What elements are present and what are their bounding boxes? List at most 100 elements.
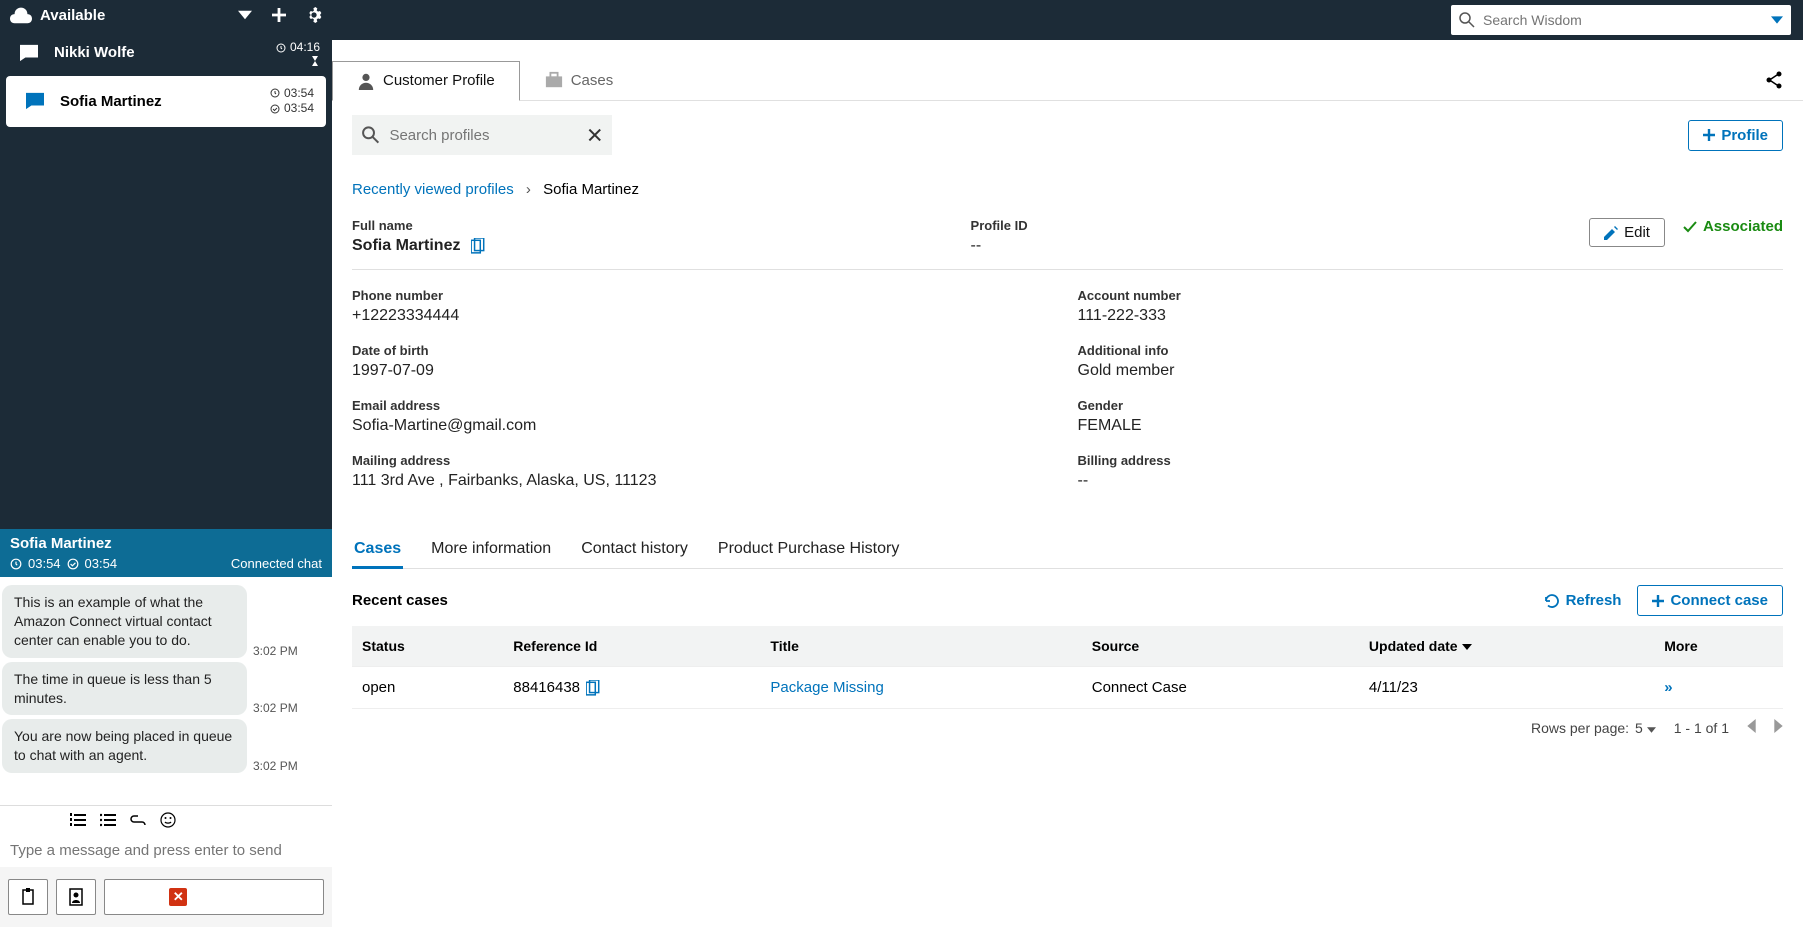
tab-customer-profile[interactable]: Customer Profile xyxy=(332,61,520,101)
content: Profile Recently viewed profiles › Sofia… xyxy=(332,101,1803,736)
email-address: Sofia-Martine@gmail.com xyxy=(352,417,1058,435)
check-icon xyxy=(1683,221,1697,233)
gear-icon[interactable] xyxy=(306,7,322,23)
profile-search[interactable] xyxy=(352,115,612,155)
message-bubble: The time in queue is less than 5 minutes… xyxy=(2,662,247,716)
contact-name: Sofia Martinez xyxy=(60,93,270,110)
associated-badge: Associated xyxy=(1683,218,1783,235)
copy-icon[interactable] xyxy=(586,680,600,696)
contact-list: Nikki Wolfe 04:16 Sofia Martinez 03:54 0… xyxy=(0,30,332,127)
profile-id: -- xyxy=(971,237,1590,255)
quick-responses-button[interactable] xyxy=(8,879,48,915)
page-range: 1 - 1 of 1 xyxy=(1674,720,1729,736)
copy-icon[interactable] xyxy=(471,238,485,254)
briefcase-icon xyxy=(545,71,563,89)
col-more[interactable]: More xyxy=(1654,626,1783,667)
more-icon[interactable]: » xyxy=(1664,679,1672,696)
gender: FEMALE xyxy=(1078,417,1784,435)
chevron-down-icon xyxy=(1647,727,1656,733)
top-bar xyxy=(332,0,1803,40)
col-status[interactable]: Status xyxy=(352,626,503,667)
col-reference[interactable]: Reference Id xyxy=(503,626,760,667)
main-tabs: Customer Profile Cases xyxy=(332,60,1803,101)
message-row: You are now being placed in queue to cha… xyxy=(2,719,326,773)
person-icon xyxy=(357,72,375,90)
col-source[interactable]: Source xyxy=(1082,626,1359,667)
message-row: The time in queue is less than 5 minutes… xyxy=(2,662,326,716)
chat-panel: Sofia Martinez 03:54 03:54 Connected cha… xyxy=(0,529,332,927)
italic-button[interactable]: I xyxy=(38,810,58,830)
close-icon: ✕ xyxy=(169,888,187,906)
chevron-down-icon[interactable] xyxy=(238,8,252,22)
link-button[interactable] xyxy=(128,810,148,830)
connect-case-button[interactable]: Connect case xyxy=(1637,585,1783,616)
prev-page-button[interactable] xyxy=(1747,719,1756,736)
edit-button[interactable]: Edit xyxy=(1589,218,1665,247)
profile-details: Phone number+12223334444 Account number1… xyxy=(352,288,1783,520)
emoji-button[interactable] xyxy=(158,810,178,830)
wisdom-search[interactable] xyxy=(1451,5,1791,35)
tab-cases[interactable]: Cases xyxy=(520,60,639,100)
composer: B I ✕End chat xyxy=(0,805,332,927)
right-panel: Customer Profile Cases Profile Recently … xyxy=(332,0,1803,927)
message-bubble: You are now being placed in queue to cha… xyxy=(2,719,247,773)
additional-info: Gold member xyxy=(1078,362,1784,380)
subtab-cases[interactable]: Cases xyxy=(352,532,403,569)
profile-full-name: Sofia Martinez xyxy=(352,237,460,254)
profile-sub-tabs: Cases More information Contact history P… xyxy=(352,532,1783,569)
agent-status-bar[interactable]: Available xyxy=(0,0,332,30)
numbered-list-button[interactable] xyxy=(68,810,88,830)
refresh-button[interactable]: Refresh xyxy=(1544,592,1622,609)
breadcrumb-current: Sofia Martinez xyxy=(543,181,639,198)
check-circle-icon xyxy=(67,558,79,570)
clock-icon xyxy=(276,43,286,53)
share-icon[interactable] xyxy=(1765,71,1783,89)
pencil-icon xyxy=(1604,226,1618,240)
close-icon[interactable] xyxy=(588,128,602,142)
plus-icon xyxy=(1652,595,1664,607)
case-title-link[interactable]: Package Missing xyxy=(770,679,883,696)
subtab-contact-history[interactable]: Contact history xyxy=(579,532,690,568)
sort-desc-icon xyxy=(1462,643,1472,651)
chat-icon xyxy=(20,44,38,62)
message-time: 3:02 PM xyxy=(253,759,298,773)
plus-icon[interactable] xyxy=(272,8,286,22)
contact-item[interactable]: Nikki Wolfe 04:16 xyxy=(0,30,332,76)
recent-cases-heading: Recent cases xyxy=(352,592,448,609)
profile-search-input[interactable] xyxy=(389,127,588,144)
table-row[interactable]: open88416438Package MissingConnect Case4… xyxy=(352,667,1783,709)
col-updated[interactable]: Updated date xyxy=(1359,626,1654,667)
bold-button[interactable]: B xyxy=(8,810,28,830)
message-time: 3:02 PM xyxy=(253,701,298,715)
phone-number: +12223334444 xyxy=(352,307,1058,325)
subtab-more-info[interactable]: More information xyxy=(429,532,553,568)
breadcrumb-link[interactable]: Recently viewed profiles xyxy=(352,181,514,198)
plus-icon xyxy=(1703,129,1715,141)
add-profile-button[interactable]: Profile xyxy=(1688,120,1783,151)
cases-table: Status Reference Id Title Source Updated… xyxy=(352,626,1783,709)
message-row: This is an example of what the Amazon Co… xyxy=(2,585,326,658)
chevron-down-icon[interactable] xyxy=(1771,16,1783,24)
contact-card-button[interactable] xyxy=(56,879,96,915)
wisdom-search-input[interactable] xyxy=(1483,12,1771,28)
hourglass-icon xyxy=(310,56,320,66)
next-page-button[interactable] xyxy=(1774,719,1783,736)
chat-transcript[interactable]: This is an example of what the Amazon Co… xyxy=(0,577,332,805)
message-input[interactable] xyxy=(0,834,332,867)
contact-item-active[interactable]: Sofia Martinez 03:54 03:54 xyxy=(6,76,326,127)
format-toolbar: B I xyxy=(0,806,332,834)
chevron-right-icon: › xyxy=(526,181,531,198)
agent-status: Available xyxy=(40,7,105,24)
end-chat-button[interactable]: ✕End chat xyxy=(104,879,324,915)
bullet-list-button[interactable] xyxy=(98,810,118,830)
refresh-icon xyxy=(1544,593,1560,609)
billing-address: -- xyxy=(1078,472,1784,490)
message-time: 3:02 PM xyxy=(253,644,298,658)
date-of-birth: 1997-07-09 xyxy=(352,362,1058,380)
breadcrumb: Recently viewed profiles › Sofia Martine… xyxy=(352,181,1783,198)
col-title[interactable]: Title xyxy=(760,626,1081,667)
rows-per-page[interactable]: 5 xyxy=(1635,720,1656,736)
subtab-purchase-history[interactable]: Product Purchase History xyxy=(716,532,901,568)
search-icon xyxy=(1459,12,1475,28)
message-bubble: This is an example of what the Amazon Co… xyxy=(2,585,247,658)
